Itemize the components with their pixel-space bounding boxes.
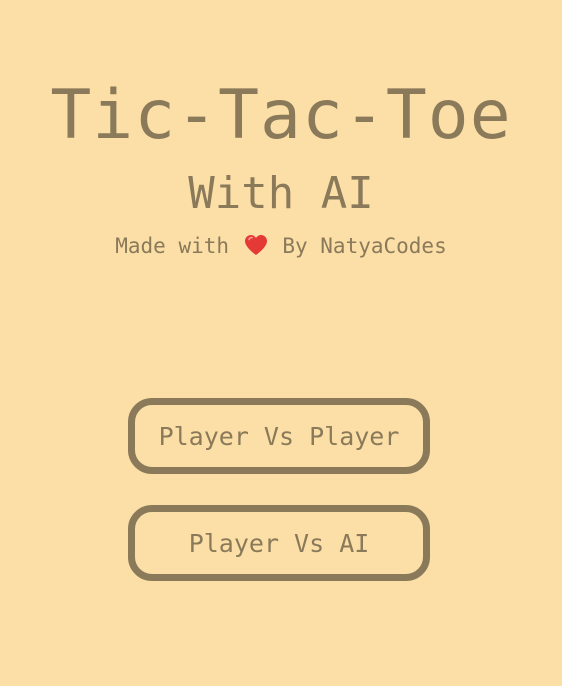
player-vs-player-button[interactable]: Player Vs Player — [128, 398, 430, 474]
credit-prefix: Made with — [115, 234, 230, 258]
heart-icon — [244, 234, 268, 256]
game-title: Tic-Tac-Toe — [50, 76, 512, 155]
game-subtitle: With AI — [188, 168, 374, 219]
player-vs-ai-button[interactable]: Player Vs AI — [128, 505, 430, 581]
player-vs-player-label: Player Vs Player — [158, 421, 400, 451]
credit-suffix: By NatyaCodes — [282, 234, 447, 258]
start-screen: Tic-Tac-Toe With AI Made with By NatyaCo… — [0, 0, 562, 686]
player-vs-ai-label: Player Vs AI — [188, 528, 370, 558]
credit-line: Made with By NatyaCodes — [0, 232, 562, 260]
